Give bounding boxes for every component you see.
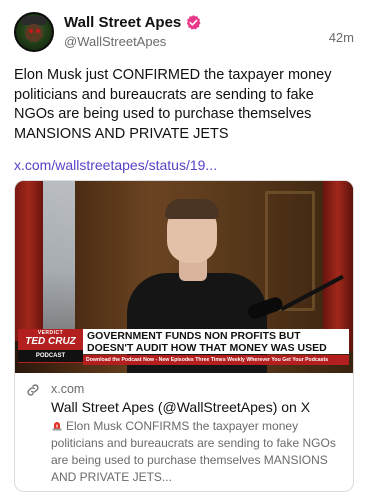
card-description-text: Elon Musk CONFIRMS the taxpayer money po…	[51, 419, 336, 484]
show-badge-name: TED CRUZ	[25, 336, 76, 347]
image-curtain-left	[15, 181, 43, 341]
image-person-hair	[165, 199, 219, 219]
post-header: Wall Street Apes @WallStreetApes 42m	[14, 12, 354, 52]
author-block: Wall Street Apes @WallStreetApes	[64, 12, 329, 49]
post-body: Elon Musk just CONFIRMED the taxpayer mo…	[14, 67, 332, 142]
avatar[interactable]	[14, 12, 54, 52]
avatar-eye-left	[29, 29, 33, 33]
name-row: Wall Street Apes	[64, 12, 329, 32]
timestamp[interactable]: 42m	[329, 30, 354, 45]
link-icon	[27, 384, 39, 396]
rotating-light-icon	[52, 422, 62, 431]
status-link[interactable]: x.com/wallstreetapes/status/19...	[14, 157, 354, 173]
display-name[interactable]: Wall Street Apes	[64, 14, 181, 31]
avatar-eye-right	[36, 29, 40, 33]
card-description: Elon Musk CONFIRMS the taxpayer money po…	[51, 418, 345, 486]
image-curtain-right	[323, 181, 353, 351]
video-banner: VERDICT TED CRUZ PODCAST GOVERNMENT FUND…	[15, 327, 353, 367]
show-badge-bottom: PODCAST	[18, 350, 83, 362]
show-badge: VERDICT TED CRUZ PODCAST	[18, 329, 83, 363]
card-info[interactable]: x.com Wall Street Apes (@WallStreetApes)…	[15, 373, 353, 486]
verified-badge-icon	[187, 14, 201, 30]
link-preview-card[interactable]: VERDICT TED CRUZ PODCAST GOVERNMENT FUND…	[14, 180, 354, 492]
card-title[interactable]: Wall Street Apes (@WallStreetApes) on X	[51, 398, 343, 416]
handle[interactable]: @WallStreetApes	[64, 34, 329, 49]
preview-image[interactable]: VERDICT TED CRUZ PODCAST GOVERNMENT FUND…	[15, 181, 353, 373]
card-domain: x.com	[51, 382, 85, 396]
banner-ticker: Download the Podcast Now - New Episodes …	[83, 355, 349, 365]
avatar-face	[25, 24, 43, 42]
banner-headline: GOVERNMENT FUNDS NON PROFITS BUT DOESN'T…	[83, 329, 349, 354]
